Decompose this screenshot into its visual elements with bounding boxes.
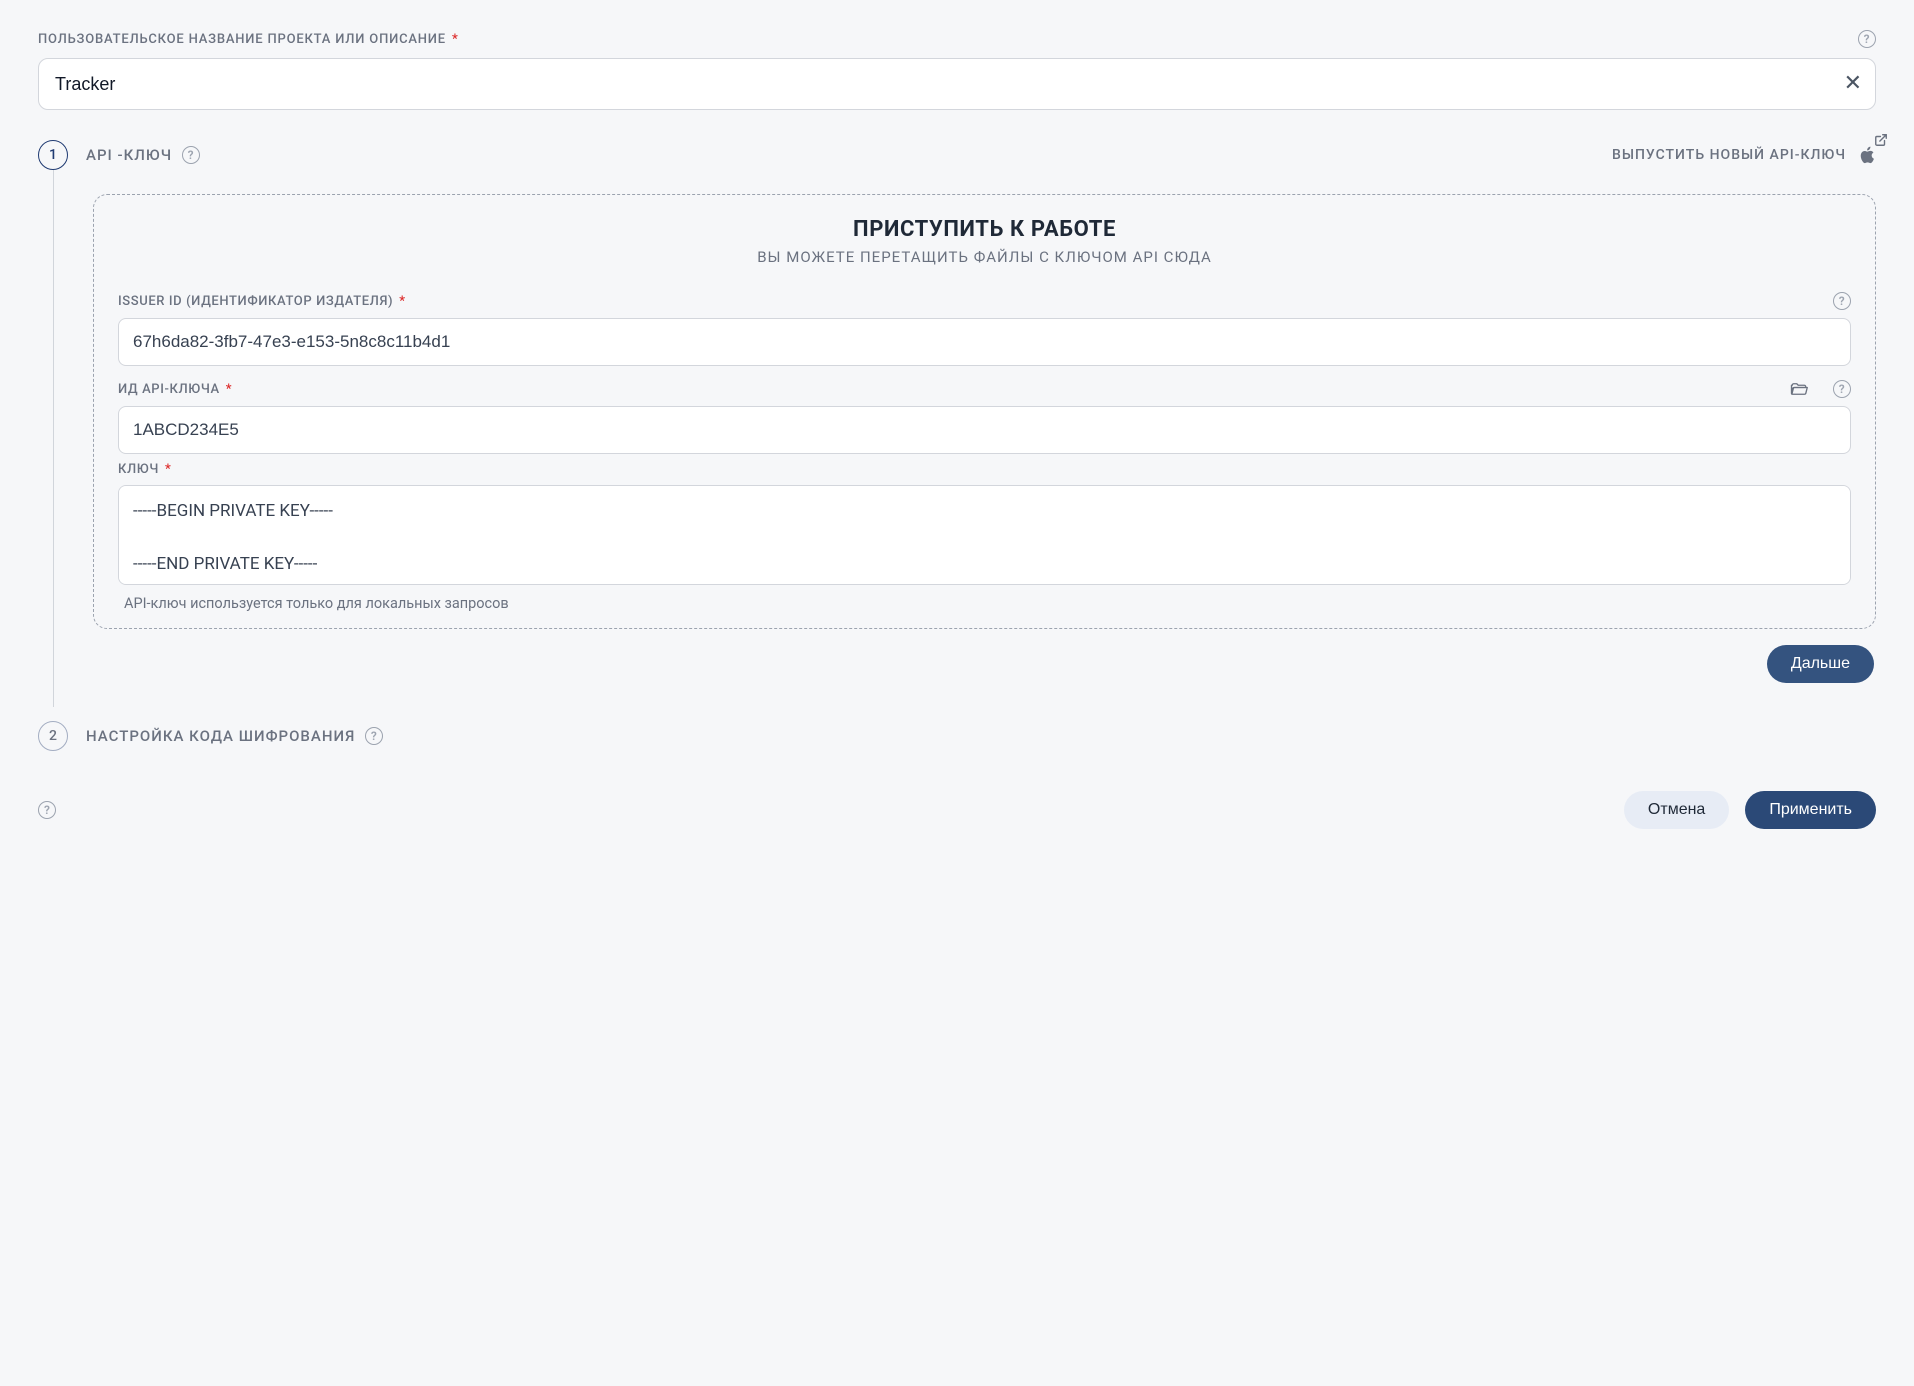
required-asterisk: *	[399, 294, 405, 309]
step-2-header: 2 НАСТРОЙКА КОДА ШИФРОВАНИЯ ?	[38, 721, 1876, 751]
apple-icon[interactable]	[1858, 145, 1876, 165]
help-icon[interactable]: ?	[38, 801, 56, 819]
required-asterisk: *	[165, 462, 171, 477]
drop-title: ПРИСТУПИТЬ К РАБОТЕ	[118, 217, 1851, 242]
issuer-id-input[interactable]	[118, 318, 1851, 366]
project-label: ПОЛЬЗОВАТЕЛЬСКОЕ НАЗВАНИЕ ПРОЕКТА ИЛИ ОП…	[38, 32, 446, 47]
step-1-title: API -КЛЮЧ ?	[86, 146, 200, 164]
help-icon[interactable]: ?	[1858, 30, 1876, 48]
key-helper: API-ключ используется только для локальн…	[118, 595, 1851, 612]
step-1-number: 1	[38, 140, 68, 170]
step-1-body: ПРИСТУПИТЬ К РАБОТЕ ВЫ МОЖЕТЕ ПЕРЕТАЩИТЬ…	[53, 170, 1876, 683]
key-id-label: ИД API-КЛЮЧА	[118, 382, 220, 397]
next-button[interactable]: Дальше	[1767, 645, 1874, 683]
apply-button[interactable]: Применить	[1745, 791, 1876, 829]
clear-icon[interactable]: ✕	[1844, 73, 1862, 95]
step-2-title: НАСТРОЙКА КОДА ШИФРОВАНИЯ ?	[86, 727, 383, 745]
issuer-id-label: ISSUER ID (ИДЕНТИФИКАТОР ИЗДАТЕЛЯ)	[118, 294, 393, 309]
key-id-label-row: ИД API-КЛЮЧА * ?	[118, 380, 1851, 398]
help-icon[interactable]: ?	[1833, 292, 1851, 310]
issuer-id-label-row: ISSUER ID (ИДЕНТИФИКАТОР ИЗДАТЕЛЯ) * ?	[118, 292, 1851, 310]
key-label: КЛЮЧ	[118, 462, 159, 477]
project-label-row: ПОЛЬЗОВАТЕЛЬСКОЕ НАЗВАНИЕ ПРОЕКТА ИЛИ ОП…	[38, 30, 1876, 48]
help-icon[interactable]: ?	[365, 727, 383, 745]
drop-subtitle: ВЫ МОЖЕТЕ ПЕРЕТАЩИТЬ ФАЙЛЫ С КЛЮЧОМ API …	[118, 248, 1851, 266]
folder-icon[interactable]	[1789, 380, 1809, 398]
step-2-number: 2	[38, 721, 68, 751]
required-asterisk: *	[452, 32, 459, 47]
drop-zone[interactable]: ПРИСТУПИТЬ К РАБОТЕ ВЫ МОЖЕТЕ ПЕРЕТАЩИТЬ…	[93, 194, 1876, 629]
key-textarea[interactable]	[118, 485, 1851, 585]
issue-new-key-link[interactable]: ВЫПУСТИТЬ НОВЫЙ API-КЛЮЧ	[1612, 147, 1846, 163]
dialog-footer: ? Отмена Применить	[38, 791, 1876, 829]
project-name-input[interactable]	[38, 58, 1876, 110]
required-asterisk: *	[226, 382, 232, 397]
help-icon[interactable]: ?	[182, 146, 200, 164]
key-id-input[interactable]	[118, 406, 1851, 454]
project-input-wrap: ✕	[38, 58, 1876, 110]
key-label-row: КЛЮЧ *	[118, 462, 1851, 477]
help-icon[interactable]: ?	[1833, 380, 1851, 398]
external-link-icon	[1874, 133, 1888, 147]
step-1-header: 1 API -КЛЮЧ ? ВЫПУСТИТЬ НОВЫЙ API-КЛЮЧ	[38, 140, 1876, 170]
cancel-button[interactable]: Отмена	[1624, 791, 1729, 829]
